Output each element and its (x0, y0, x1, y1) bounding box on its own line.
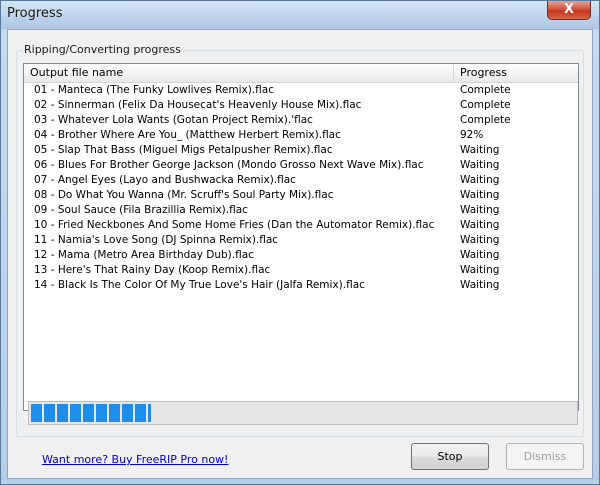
progress-bar-fill (31, 404, 151, 422)
progress-status-cell: Waiting (460, 234, 500, 246)
list-item[interactable]: 08 - Do What You Wanna (Mr. Scruff's Sou… (24, 188, 578, 203)
list-item[interactable]: 07 - Angel Eyes (Layo and Bushwacka Remi… (24, 173, 578, 188)
file-name-cell: 02 - Sinnerman (Felix Da Housecat's Heav… (34, 99, 362, 111)
file-list[interactable]: Output file name Progress 01 - Manteca (… (23, 63, 579, 411)
dialog-client-area: Ripping/Converting progress Output file … (7, 29, 593, 479)
file-name-cell: 04 - Brother Where Are You_ (Matthew Her… (34, 129, 341, 141)
list-item[interactable]: 03 - Whatever Lola Wants (Gotan Project … (24, 113, 578, 128)
dismiss-button[interactable]: Dismiss (506, 443, 584, 470)
progress-status-cell: 92% (460, 129, 484, 141)
list-item[interactable]: 06 - Blues For Brother George Jackson (M… (24, 158, 578, 173)
file-name-cell: 10 - Fried Neckbones And Some Home Fries… (34, 219, 435, 231)
list-item[interactable]: 05 - Slap That Bass (Miguel Migs Petalpu… (24, 143, 578, 158)
list-item[interactable]: 14 - Black Is The Color Of My True Love'… (24, 278, 578, 293)
window-title: Progress (7, 6, 63, 21)
list-item[interactable]: 12 - Mama (Metro Area Birthday Dub).flac… (24, 248, 578, 263)
file-name-cell: 03 - Whatever Lola Wants (Gotan Project … (34, 114, 313, 126)
file-name-cell: 06 - Blues For Brother George Jackson (M… (34, 159, 424, 171)
file-name-cell: 13 - Here's That Rainy Day (Koop Remix).… (34, 264, 271, 276)
stop-button[interactable]: Stop (411, 443, 489, 470)
column-header-progress[interactable]: Progress (454, 64, 578, 82)
file-name-cell: 14 - Black Is The Color Of My True Love'… (34, 279, 365, 291)
file-name-cell: 01 - Manteca (The Funky Lowlives Remix).… (34, 84, 274, 96)
progress-status-cell: Waiting (460, 219, 500, 231)
progress-status-cell: Complete (460, 84, 511, 96)
progress-status-cell: Complete (460, 99, 511, 111)
progress-status-cell: Waiting (460, 279, 500, 291)
title-bar[interactable]: Progress X (1, 1, 599, 29)
progress-status-cell: Waiting (460, 174, 500, 186)
list-item[interactable]: 01 - Manteca (The Funky Lowlives Remix).… (24, 83, 578, 98)
close-icon: X (563, 2, 575, 17)
progress-status-cell: Waiting (460, 204, 500, 216)
file-name-cell: 05 - Slap That Bass (Miguel Migs Petalpu… (34, 144, 333, 156)
progress-status-cell: Waiting (460, 264, 500, 276)
progress-status-cell: Complete (460, 114, 511, 126)
list-header: Output file name Progress (24, 64, 578, 83)
progress-status-cell: Waiting (460, 249, 500, 261)
list-item[interactable]: 02 - Sinnerman (Felix Da Housecat's Heav… (24, 98, 578, 113)
progress-status-cell: Waiting (460, 189, 500, 201)
buy-pro-link[interactable]: Want more? Buy FreeRIP Pro now! (42, 453, 228, 466)
column-header-output-file-name[interactable]: Output file name (24, 64, 454, 82)
list-rows: 01 - Manteca (The Funky Lowlives Remix).… (24, 83, 578, 293)
list-item[interactable]: 09 - Soul Sauce (Fila Brazillia Remix).f… (24, 203, 578, 218)
file-name-cell: 09 - Soul Sauce (Fila Brazillia Remix).f… (34, 204, 248, 216)
group-label: Ripping/Converting progress (22, 43, 183, 56)
list-item[interactable]: 11 - Namia's Love Song (DJ Spinna Remix)… (24, 233, 578, 248)
progress-status-cell: Waiting (460, 144, 500, 156)
file-name-cell: 12 - Mama (Metro Area Birthday Dub).flac (34, 249, 254, 261)
file-name-cell: 08 - Do What You Wanna (Mr. Scruff's Sou… (34, 189, 334, 201)
list-item[interactable]: 04 - Brother Where Are You_ (Matthew Her… (24, 128, 578, 143)
list-item[interactable]: 13 - Here's That Rainy Day (Koop Remix).… (24, 263, 578, 278)
file-name-cell: 11 - Namia's Love Song (DJ Spinna Remix)… (34, 234, 279, 246)
list-item[interactable]: 10 - Fried Neckbones And Some Home Fries… (24, 218, 578, 233)
progress-status-cell: Waiting (460, 159, 500, 171)
close-button[interactable]: X (547, 1, 591, 20)
file-name-cell: 07 - Angel Eyes (Layo and Bushwacka Remi… (34, 174, 296, 186)
progress-window: Progress X Ripping/Converting progress O… (0, 0, 600, 485)
overall-progress-bar (28, 401, 578, 425)
